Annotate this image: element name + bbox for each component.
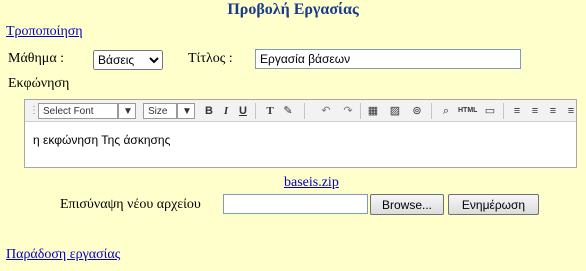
underline-icon[interactable]: U bbox=[235, 103, 251, 119]
editor-toolbar: ⋮ Select Font ▼ Size ▼ B I U T ✎ ↶ ↷ ▦ ▨… bbox=[25, 100, 576, 122]
toolbar-separator bbox=[360, 103, 361, 119]
subject-label: Μάθημα : bbox=[8, 51, 65, 66]
preview-icon[interactable]: ⌕ bbox=[438, 103, 454, 119]
size-select-label: Size bbox=[148, 106, 168, 117]
font-dropdown-icon[interactable]: ▼ bbox=[118, 103, 136, 119]
page-title: Προβολή Εργασίας bbox=[227, 1, 359, 18]
editor-content[interactable]: η εκφώνηση Της άσκησης bbox=[33, 133, 170, 147]
title-input[interactable] bbox=[255, 49, 521, 69]
image-icon[interactable]: ▨ bbox=[387, 103, 403, 119]
font-select-label: Select Font bbox=[43, 106, 94, 117]
highlight-icon[interactable]: ✎ bbox=[280, 103, 296, 119]
html-source-button[interactable]: HTML bbox=[458, 103, 477, 119]
table-icon[interactable]: ▦ bbox=[365, 103, 381, 119]
text-color-icon[interactable]: T bbox=[262, 103, 278, 119]
subject-select[interactable]: Βάσεις bbox=[93, 50, 163, 70]
title-label: Τίτλος : bbox=[188, 51, 233, 66]
rich-text-editor[interactable]: ⋮ Select Font ▼ Size ▼ B I U T ✎ ↶ ↷ ▦ ▨… bbox=[24, 99, 577, 168]
bold-icon[interactable]: B bbox=[201, 103, 217, 119]
edit-link[interactable]: Τροποποίηση bbox=[6, 24, 83, 40]
italic-icon[interactable]: I bbox=[218, 103, 234, 119]
toolbar-separator bbox=[304, 103, 305, 119]
toolbar-separator bbox=[503, 103, 504, 119]
update-button[interactable]: Ενημέρωση bbox=[448, 194, 539, 215]
undo-icon[interactable]: ↶ bbox=[318, 103, 334, 119]
justify-full-icon[interactable]: ≡ bbox=[509, 103, 525, 119]
toolbar-separator bbox=[431, 103, 432, 119]
statement-label: Εκφώνηση bbox=[8, 76, 70, 91]
form-icon[interactable]: ▭ bbox=[482, 103, 498, 119]
submit-assignment-link[interactable]: Παράδοση εργασίας bbox=[6, 247, 120, 263]
size-dropdown-icon[interactable]: ▼ bbox=[177, 103, 195, 119]
link-icon[interactable]: ⊚ bbox=[409, 103, 425, 119]
new-file-label: Επισύναψη νέου αρχείου bbox=[60, 197, 201, 212]
align-right-icon[interactable]: ≡ bbox=[563, 103, 579, 119]
browse-button[interactable]: Browse... bbox=[370, 194, 444, 215]
attached-file-link[interactable]: baseis.zip bbox=[284, 175, 339, 191]
align-left-icon[interactable]: ≡ bbox=[527, 103, 543, 119]
font-select[interactable]: Select Font bbox=[38, 103, 118, 119]
align-center-icon[interactable]: ≡ bbox=[545, 103, 561, 119]
file-path-input[interactable] bbox=[223, 194, 368, 214]
size-select[interactable]: Size bbox=[143, 103, 177, 119]
redo-icon[interactable]: ↷ bbox=[340, 103, 356, 119]
toolbar-separator bbox=[255, 103, 256, 119]
